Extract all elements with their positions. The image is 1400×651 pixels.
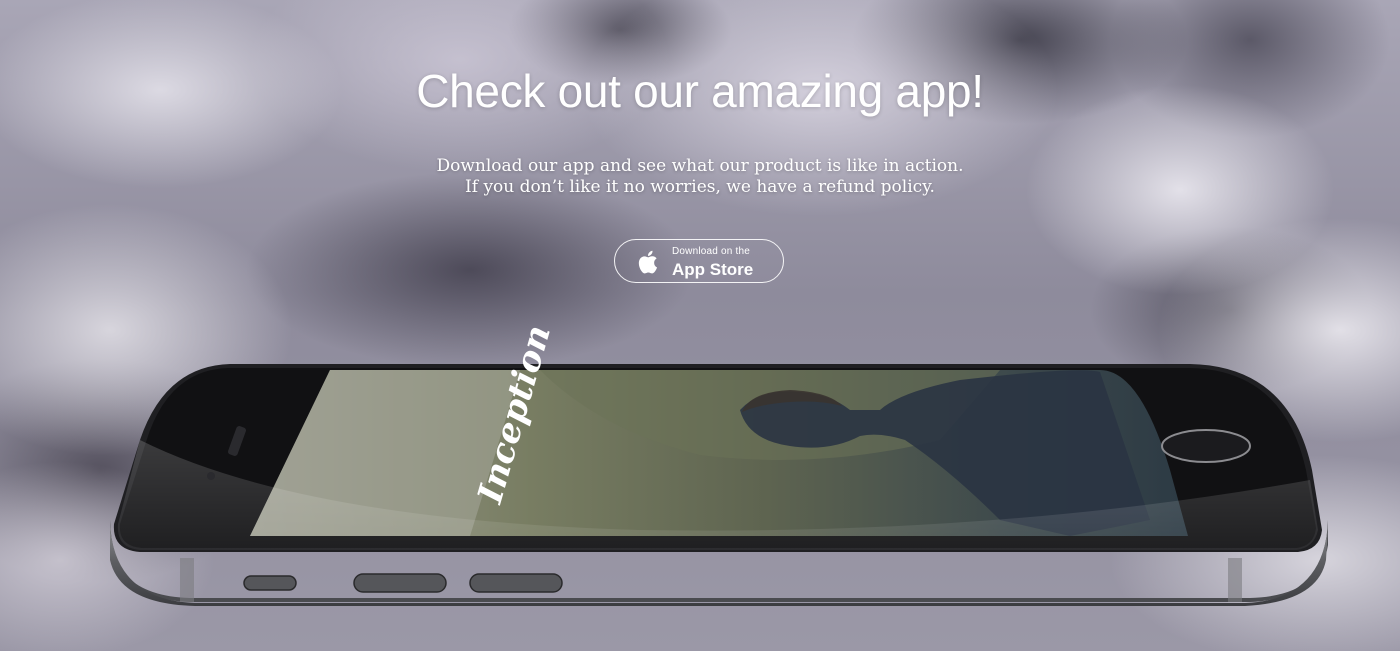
mute-switch (243, 575, 297, 591)
volume-up-button (353, 573, 447, 593)
home-button (1161, 429, 1251, 463)
phone-mockup: Inception (110, 321, 1328, 606)
hero-section: Check out our amazing app! Download our … (0, 0, 1400, 651)
volume-down-button (469, 573, 563, 593)
